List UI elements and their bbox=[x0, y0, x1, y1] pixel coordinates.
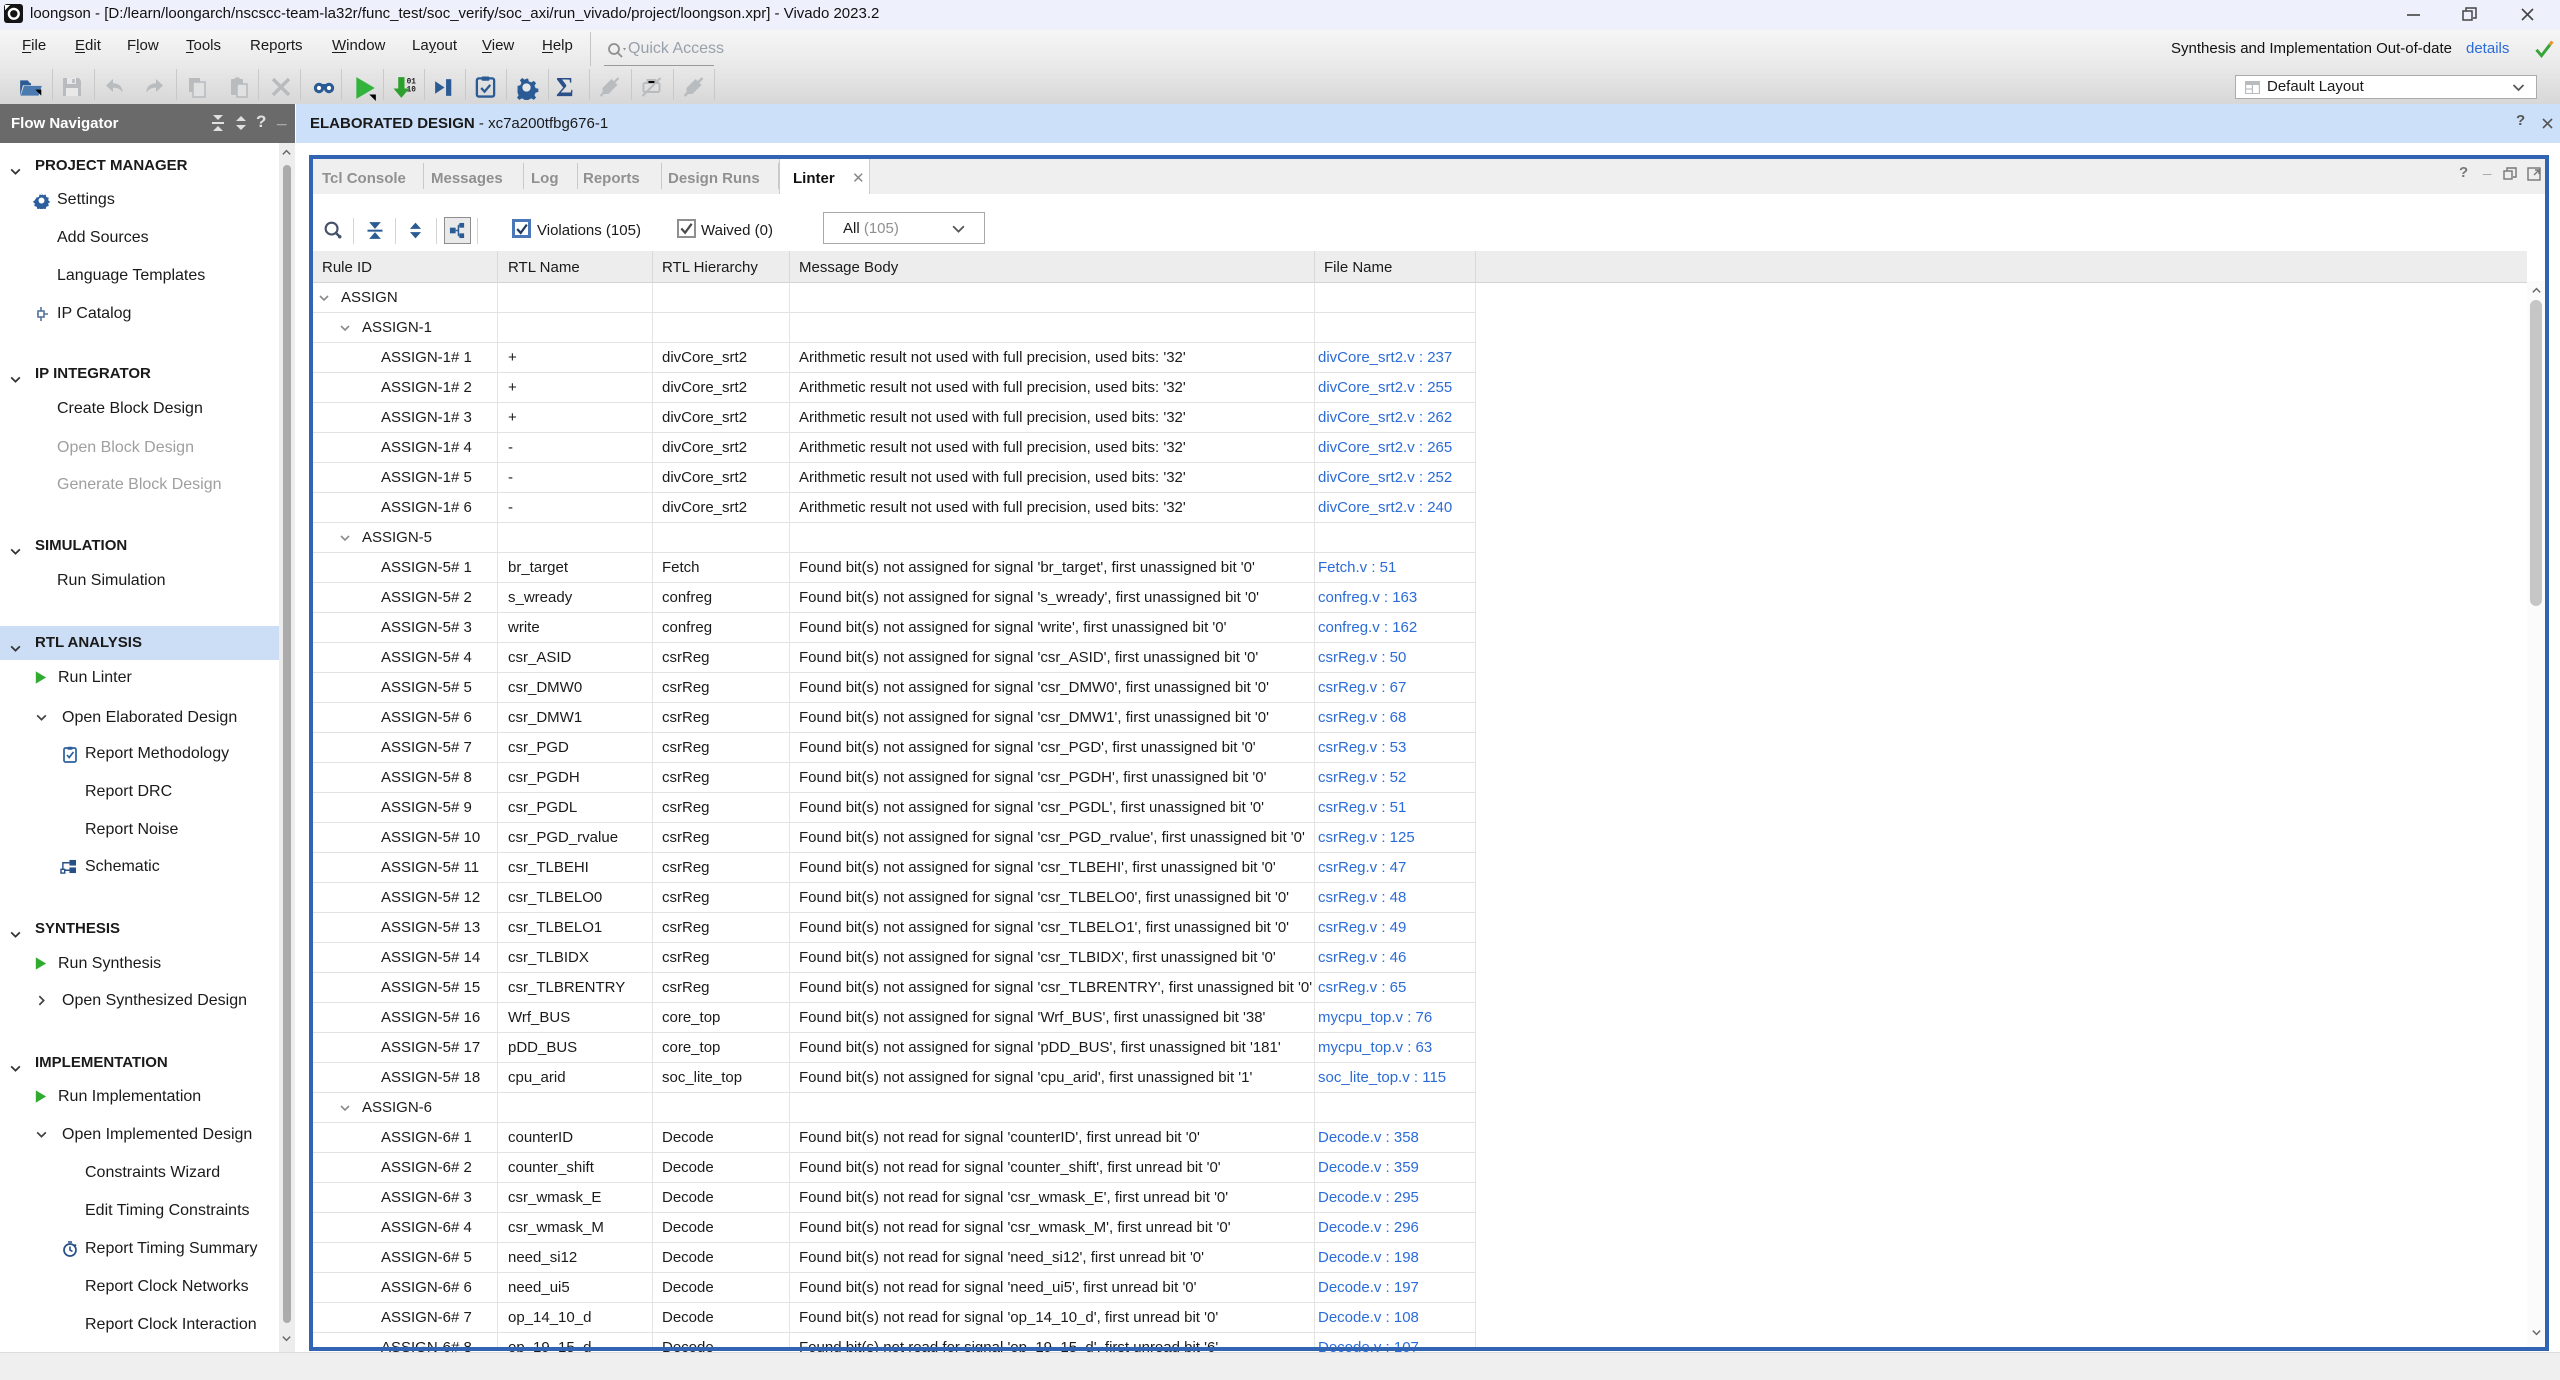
svg-text:10: 10 bbox=[407, 86, 417, 95]
